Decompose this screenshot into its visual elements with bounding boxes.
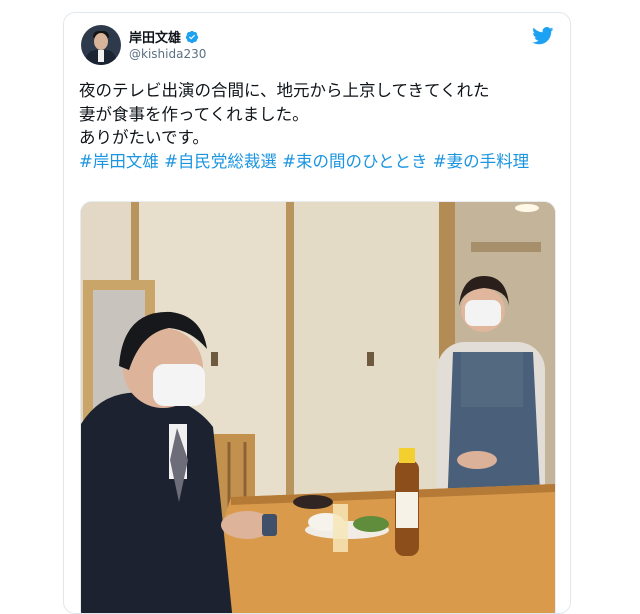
hashtag-list: #岸田文雄 #自民党総裁選 #束の間のひととき #妻の手料理 bbox=[79, 150, 559, 174]
hashtag-link[interactable]: #妻の手料理 bbox=[433, 152, 529, 171]
photo-scene bbox=[81, 202, 555, 613]
hashtag-link[interactable]: #自民党総裁選 bbox=[164, 152, 277, 171]
tweet-text: 夜のテレビ出演の合間に、地元から上京してきてくれた 妻が食事を作ってくれました。… bbox=[79, 79, 559, 173]
hashtag-link[interactable]: #岸田文雄 bbox=[79, 152, 159, 171]
hashtag-link[interactable]: #束の間のひととき bbox=[282, 152, 427, 171]
tweet-text-line: ありがたいです。 bbox=[79, 128, 209, 147]
verified-badge-icon bbox=[185, 30, 199, 43]
tweet-card[interactable]: 岸田文雄 @kishida230 夜のテレビ出演の合間に、地元から上京してきてく… bbox=[63, 12, 571, 614]
tweet-photo[interactable] bbox=[80, 201, 556, 613]
tweet-text-line: 妻が食事を作ってくれました。 bbox=[79, 104, 309, 124]
author-name[interactable]: 岸田文雄 bbox=[129, 27, 181, 46]
twitter-bird-icon[interactable] bbox=[532, 27, 554, 45]
avatar[interactable] bbox=[81, 25, 121, 65]
author-handle[interactable]: @kishida230 bbox=[129, 47, 206, 61]
tweet-text-line: 夜のテレビ出演の合間に、地元から上京してきてくれた bbox=[79, 81, 490, 100]
